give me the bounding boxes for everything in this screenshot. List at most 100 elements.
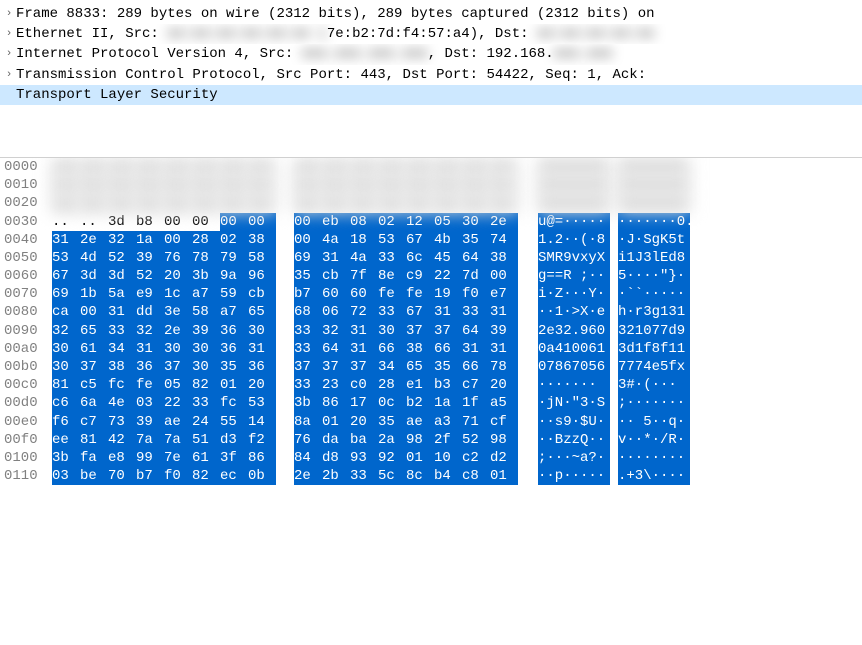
hex-byte: 9a: [220, 267, 248, 285]
hex-byte: ..: [406, 158, 434, 176]
hex-byte: 4e: [108, 394, 136, 412]
tree-row[interactable]: ›Frame 8833: 289 bytes on wire (2312 bit…: [0, 4, 862, 24]
hex-byte: ..: [80, 213, 108, 231]
redacted-text: xx:xx:xx:xx:xx: [537, 25, 655, 43]
hex-row[interactable]: 01003bfae8997e613f8684d893920110c2d2;···…: [0, 449, 862, 467]
hex-byte: cb: [322, 267, 350, 285]
hex-byte: c5: [80, 376, 108, 394]
hex-byte: f2: [248, 431, 276, 449]
hex-byte: 52: [136, 267, 164, 285]
expand-arrow-icon[interactable]: ›: [2, 47, 16, 61]
hex-byte: 37: [406, 322, 434, 340]
hex-byte: ..: [52, 213, 80, 231]
hex-byte: a3: [434, 413, 462, 431]
hex-byte: 6a: [80, 394, 108, 412]
hex-byte: ae: [164, 413, 192, 431]
hex-byte: c7: [462, 376, 490, 394]
hex-byte: 82: [192, 467, 220, 485]
hex-byte: 39: [192, 322, 220, 340]
hex-offset: 0030: [4, 213, 52, 231]
hex-byte: ..: [378, 194, 406, 212]
hex-byte: ..: [294, 194, 322, 212]
hex-byte: ..: [80, 158, 108, 176]
hex-byte: 31: [490, 303, 518, 321]
hex-byte: 05: [434, 213, 462, 231]
hex-byte: ..: [248, 194, 276, 212]
hex-byte: 33: [108, 322, 136, 340]
hex-row[interactable]: 011003be70b7f082ec0b2e2b335c8cb4c801··p·…: [0, 467, 862, 485]
hex-bytes: 691b5ae91ca759cbb76060fefe19f0e7: [52, 285, 536, 303]
hex-row[interactable]: 0050534d52397678795869314a336c456438SMR9…: [0, 249, 862, 267]
hex-bytes: 03be70b7f082ec0b2e2b335c8cb4c801: [52, 467, 536, 485]
hex-byte: 22: [434, 267, 462, 285]
hex-bytes: ................................: [52, 194, 536, 212]
hex-byte: 33: [350, 467, 378, 485]
hex-byte: 05: [164, 376, 192, 394]
hex-byte: 10: [434, 449, 462, 467]
expand-arrow-icon[interactable]: ›: [2, 7, 16, 21]
hex-byte: fe: [406, 285, 434, 303]
hex-byte: ..: [220, 176, 248, 194]
hex-byte: 2e: [164, 322, 192, 340]
hex-ascii: u@=············0.: [538, 213, 690, 231]
hex-row[interactable]: 0060673d3d52203b9a9635cb7f8ec9227d00g==R…: [0, 267, 862, 285]
hex-byte: 79: [220, 249, 248, 267]
hex-byte: 7a: [136, 431, 164, 449]
hex-row[interactable]: 0000................................····…: [0, 158, 862, 176]
hex-row[interactable]: 0010................................····…: [0, 176, 862, 194]
hex-byte: 33: [294, 376, 322, 394]
hex-row[interactable]: 0040312e321a00280238004a1853674b35741.2·…: [0, 231, 862, 249]
hex-row[interactable]: 00a0306134313030363133643166386631310a41…: [0, 340, 862, 358]
hex-byte: ..: [80, 176, 108, 194]
hex-ascii: 0a4100613d1f8f11: [538, 340, 690, 358]
hex-byte: c8: [462, 467, 490, 485]
hex-byte: fa: [80, 449, 108, 467]
hex-row[interactable]: 00f0ee81427a7a51d3f276daba2a982f5298··Bz…: [0, 431, 862, 449]
tree-row[interactable]: ›Internet Protocol Version 4, Src: xxx.x…: [0, 44, 862, 64]
packet-tree-panel[interactable]: ›Frame 8833: 289 bytes on wire (2312 bit…: [0, 0, 862, 109]
hex-byte: 59: [220, 285, 248, 303]
hex-byte: 38: [108, 358, 136, 376]
hex-byte: 2e: [80, 231, 108, 249]
hex-byte: 33: [294, 340, 322, 358]
hex-byte: 06: [322, 303, 350, 321]
hex-row[interactable]: 0090326533322e39363033323130373764392e32…: [0, 322, 862, 340]
hex-byte: 3b: [294, 394, 322, 412]
hex-ascii: ;···~a?·········: [538, 449, 690, 467]
tree-row[interactable]: ›Ethernet II, Src: xx:xx:xx:xx:xx:xx (7e…: [0, 24, 862, 44]
hex-row[interactable]: 00d0c66a4e032233fc533b86170cb21a1fa5·jN·…: [0, 394, 862, 412]
tree-row[interactable]: ›Transport Layer Security: [0, 85, 862, 105]
hex-bytes: 534d52397678795869314a336c456438: [52, 249, 536, 267]
hex-row[interactable]: 00b0303738363730353637373734653566780786…: [0, 358, 862, 376]
hex-byte: 20: [490, 376, 518, 394]
hex-byte: 51: [192, 431, 220, 449]
hex-offset: 0040: [4, 231, 52, 249]
hex-row[interactable]: 0080ca0031dd3e58a7656806723367313331··1·…: [0, 303, 862, 321]
hex-byte: dd: [136, 303, 164, 321]
hex-byte: 39: [136, 249, 164, 267]
hex-byte: 18: [350, 231, 378, 249]
hex-bytes: 30373836373035363737373465356678: [52, 358, 536, 376]
hex-byte: 67: [406, 303, 434, 321]
expand-arrow-icon[interactable]: ›: [2, 68, 16, 82]
expand-arrow-icon[interactable]: ›: [2, 27, 16, 41]
hex-dump-panel[interactable]: 0000................................····…: [0, 157, 862, 485]
hex-row[interactable]: 00e0f6c77339ae2455148a012035aea371cf··s9…: [0, 413, 862, 431]
hex-row[interactable]: 0030....3db80000000000eb08021205302eu@=·…: [0, 213, 862, 231]
hex-row[interactable]: 00c081c5fcfe058201203323c028e1b3c720····…: [0, 376, 862, 394]
hex-byte: 35: [294, 267, 322, 285]
hex-row[interactable]: 0020................................····…: [0, 194, 862, 212]
hex-byte: b8: [136, 213, 164, 231]
hex-byte: ca: [52, 303, 80, 321]
hex-byte: 45: [434, 249, 462, 267]
hex-byte: 30: [52, 340, 80, 358]
hex-byte: ..: [322, 194, 350, 212]
hex-ascii: ················: [538, 194, 690, 212]
hex-byte: 00: [294, 231, 322, 249]
hex-byte: 36: [220, 322, 248, 340]
hex-byte: d3: [220, 431, 248, 449]
hex-byte: 8e: [378, 267, 406, 285]
hex-offset: 0070: [4, 285, 52, 303]
tree-row[interactable]: ›Transmission Control Protocol, Src Port…: [0, 65, 862, 85]
hex-row[interactable]: 0070691b5ae91ca759cbb76060fefe19f0e7i·Z·…: [0, 285, 862, 303]
